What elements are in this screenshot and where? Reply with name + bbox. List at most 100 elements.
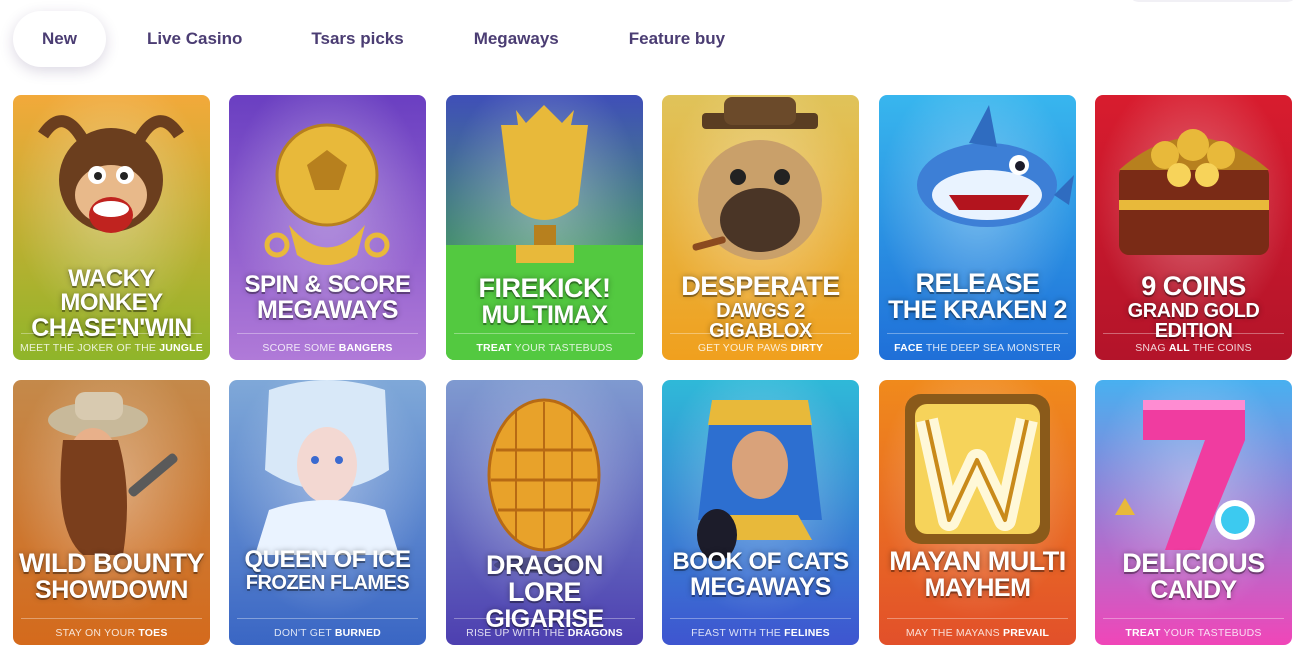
- tagline-bold: TREAT: [1125, 627, 1161, 639]
- game-title-main: DESPERATE: [681, 271, 840, 301]
- tagline-bold: ALL: [1168, 342, 1190, 354]
- game-tagline: FEAST WITH THE FELINES: [662, 627, 859, 639]
- game-title: WILD BOUNTY SHOWDOWN: [17, 550, 206, 603]
- game-title: DESPERATE DAWGS 2 GIGABLOX: [666, 271, 855, 342]
- game-tagline: SCORE SOME BANGERS: [229, 342, 426, 354]
- game-title-sub: FROZEN FLAMES: [245, 572, 410, 594]
- game-title-main: QUEEN OF ICE: [244, 546, 411, 573]
- tagline-post: THE COINS: [1189, 342, 1252, 354]
- game-artwork: [879, 380, 1076, 645]
- tagline-divider: [1103, 618, 1284, 619]
- tagline-divider: [454, 618, 635, 619]
- game-title: SPIN & SCORE MEGAWAYS: [233, 273, 422, 323]
- game-title-main: WACKY MONKEY: [60, 265, 163, 316]
- tagline-pre: SNAG: [1135, 342, 1169, 354]
- game-title: FIREKICK! MULTIMAX: [450, 275, 639, 328]
- game-title: WACKY MONKEY CHASE'N'WIN: [17, 267, 206, 341]
- game-card[interactable]: MAYAN MULTI MAYHEM MAY THE MAYANS PREVAIL: [879, 380, 1076, 645]
- tagline-divider: [670, 618, 851, 619]
- tagline-post: YOUR TASTEBUDS: [511, 342, 613, 354]
- game-card[interactable]: DRAGON LORE GIGARISE RISE UP WITH THE DRAG…: [446, 380, 643, 645]
- game-tagline: TREAT YOUR TASTEBUDS: [1095, 627, 1292, 639]
- tagline-bold: PREVAIL: [1003, 627, 1050, 639]
- tagline-bold: DRAGONS: [567, 627, 623, 639]
- game-title: DELICIOUS CANDY: [1099, 550, 1288, 603]
- game-card[interactable]: 9 COINS GRAND GOLD EDITION SNAG ALL THE CO…: [1095, 95, 1292, 360]
- game-title: DRAGON LORE GIGARISE: [450, 552, 639, 632]
- tagline-divider: [237, 618, 418, 619]
- tagline-post: YOUR TASTEBUDS: [1160, 627, 1262, 639]
- tab-live-casino[interactable]: Live Casino: [147, 11, 242, 67]
- game-title: 9 COINS GRAND GOLD EDITION: [1099, 271, 1288, 342]
- game-title-main: DELICIOUS: [1122, 548, 1265, 578]
- game-tagline: STAY ON YOUR TOES: [13, 627, 210, 639]
- game-title-main: MAYAN MULTI: [889, 546, 1066, 576]
- game-artwork: [229, 380, 426, 645]
- game-title-main: WILD BOUNTY: [19, 548, 204, 578]
- tagline-pre: FEAST WITH THE: [691, 627, 785, 639]
- game-card[interactable]: RELEASE THE KRAKEN 2 FACE THE DEEP SEA MON…: [879, 95, 1076, 360]
- game-card[interactable]: DELICIOUS CANDY TREAT YOUR TASTEBUDS: [1095, 380, 1292, 645]
- tagline-pre: SCORE SOME: [262, 342, 339, 354]
- game-title-sub: CHASE'N'WIN: [31, 314, 192, 342]
- game-card[interactable]: QUEEN OF ICE FROZEN FLAMES DON'T GET BURNE…: [229, 380, 426, 645]
- tagline-bold: FELINES: [784, 627, 830, 639]
- game-card[interactable]: SPIN & SCORE MEGAWAYS SCORE SOME BANGERS: [229, 95, 426, 360]
- game-card[interactable]: WACKY MONKEY CHASE'N'WIN MEET THE JOKER OF…: [13, 95, 210, 360]
- tagline-pre: GET YOUR PAWS: [697, 342, 791, 354]
- game-tagline: RISE UP WITH THE DRAGONS: [446, 627, 643, 639]
- tagline-bold: BURNED: [334, 627, 381, 639]
- tagline-divider: [670, 333, 851, 334]
- tagline-divider: [887, 333, 1068, 334]
- tagline-bold: TREAT: [476, 342, 512, 354]
- game-title: RELEASE THE KRAKEN 2: [883, 270, 1072, 323]
- game-tagline: SNAG ALL THE COINS: [1095, 342, 1292, 354]
- tagline-divider: [454, 333, 635, 334]
- tab-feature-buy[interactable]: Feature buy: [629, 11, 725, 67]
- top-search-pill[interactable]: [1128, 0, 1298, 2]
- game-title-main: 9 COINS: [1141, 271, 1246, 301]
- tagline-divider: [21, 333, 202, 334]
- game-artwork: [13, 380, 210, 645]
- tagline-pre: RISE UP WITH THE: [466, 627, 568, 639]
- tagline-divider: [1103, 333, 1284, 334]
- game-tagline: DON'T GET BURNED: [229, 627, 426, 639]
- game-title-main: SPIN & SCORE: [244, 271, 411, 298]
- tagline-bold: FACE: [894, 342, 923, 354]
- category-tabs: New Live Casino Tsars picks Megaways Fea…: [13, 11, 725, 67]
- game-title-main: RELEASE: [915, 268, 1040, 298]
- game-title-sub: SHOWDOWN: [35, 576, 188, 604]
- game-tagline: FACE THE DEEP SEA MONSTER: [879, 342, 1076, 354]
- game-artwork: [1095, 380, 1292, 645]
- tagline-bold: BANGERS: [338, 342, 393, 354]
- tab-megaways[interactable]: Megaways: [474, 11, 559, 67]
- game-title-main: DRAGON LORE: [486, 550, 604, 607]
- game-title-sub: MEGAWAYS: [690, 573, 831, 601]
- game-title-sub: MULTIMAX: [481, 301, 608, 329]
- game-artwork: [662, 380, 859, 645]
- tagline-pre: DON'T GET: [274, 627, 335, 639]
- game-title-sub: GRAND GOLD EDITION: [1127, 300, 1260, 342]
- game-title-sub: DAWGS 2 GIGABLOX: [709, 300, 812, 342]
- tagline-post: THE DEEP SEA MONSTER: [922, 342, 1061, 354]
- tagline-pre: STAY ON YOUR: [55, 627, 139, 639]
- game-card[interactable]: WILD BOUNTY SHOWDOWN STAY ON YOUR TOES: [13, 380, 210, 645]
- game-card[interactable]: DESPERATE DAWGS 2 GIGABLOX GET YOUR PAWS D…: [662, 95, 859, 360]
- tagline-bold: DIRTY: [790, 342, 824, 354]
- game-title-sub: MAYHEM: [924, 574, 1031, 602]
- game-title-sub: MEGAWAYS: [257, 296, 398, 324]
- tagline-pre: MAY THE MAYANS: [905, 627, 1003, 639]
- tab-new[interactable]: New: [13, 11, 106, 67]
- game-title-main: FIREKICK!: [478, 273, 612, 303]
- tab-tsars-picks[interactable]: Tsars picks: [311, 11, 403, 67]
- game-tagline: MEET THE JOKER OF THE JUNGLE: [13, 342, 210, 354]
- game-title-sub: CANDY: [1150, 576, 1237, 604]
- tagline-bold: JUNGLE: [159, 342, 203, 354]
- tagline-pre: MEET THE JOKER OF THE: [20, 342, 160, 354]
- game-tagline: GET YOUR PAWS DIRTY: [662, 342, 859, 354]
- game-card[interactable]: FIREKICK! MULTIMAX TREAT YOUR TASTEBUDS: [446, 95, 643, 360]
- game-card[interactable]: BOOK OF CATS MEGAWAYS FEAST WITH THE FELIN…: [662, 380, 859, 645]
- tagline-divider: [21, 618, 202, 619]
- game-title: MAYAN MULTI MAYHEM: [883, 548, 1072, 601]
- game-title-main: BOOK OF CATS: [672, 548, 849, 575]
